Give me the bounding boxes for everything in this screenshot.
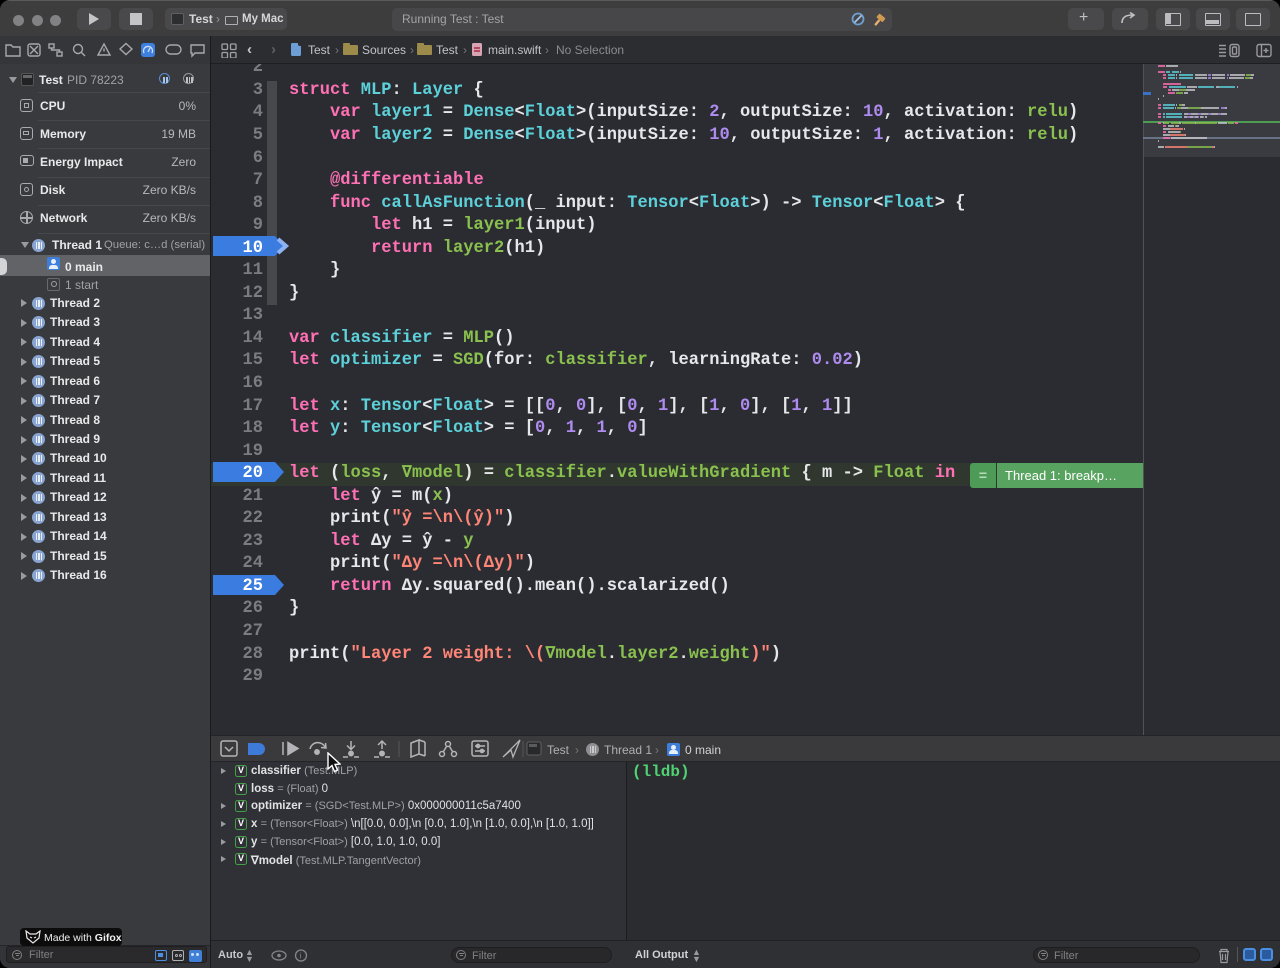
svg-text:i: i <box>300 952 302 961</box>
